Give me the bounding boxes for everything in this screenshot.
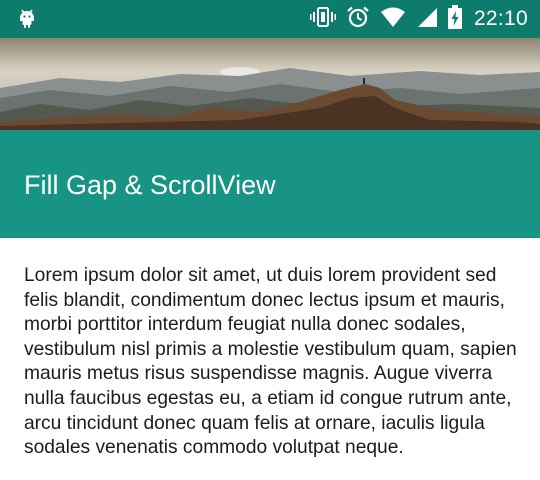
status-bar: 22:10 <box>0 0 540 38</box>
page-title: Fill Gap & ScrollView <box>24 170 276 200</box>
header-image <box>0 38 540 130</box>
scroll-content[interactable]: Lorem ipsum dolor sit amet, ut duis lore… <box>24 264 519 461</box>
vibrate-icon <box>309 6 336 33</box>
battery-charging-icon <box>447 4 462 34</box>
android-icon <box>16 7 38 29</box>
alarm-icon <box>346 5 370 34</box>
app-toolbar: Fill Gap & ScrollView <box>0 130 540 238</box>
status-icons: 22:10 <box>300 4 528 34</box>
wifi-icon <box>380 6 406 33</box>
signal-icon <box>416 6 438 33</box>
clock: 22:10 <box>473 7 528 30</box>
body-text: Lorem ipsum dolor sit amet, ut duis lore… <box>24 265 517 459</box>
